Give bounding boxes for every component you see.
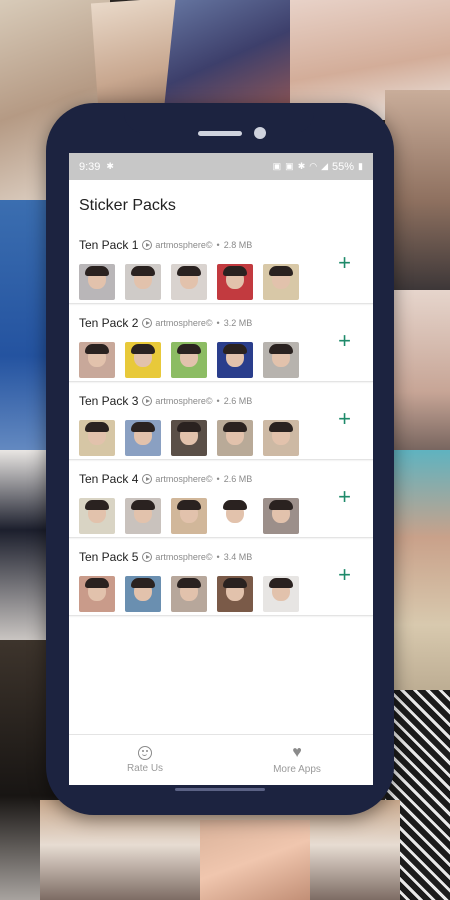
sticker-pack-row[interactable]: Ten Pack 4 artmosphere© • 2.6 MB + (69, 460, 373, 538)
add-pack-icon[interactable]: + (338, 408, 351, 430)
sticker-thumbnail (171, 420, 207, 456)
sticker-thumbnails (79, 342, 363, 378)
pack-size: 3.4 MB (223, 552, 253, 562)
sticker-thumbnail (125, 264, 161, 300)
pack-author: artmosphere© (155, 396, 213, 406)
pack-author: artmosphere© (155, 240, 213, 250)
signal-icon: ◢ (321, 161, 329, 171)
sticker-thumbnail (125, 420, 161, 456)
sticker-thumbnails (79, 264, 363, 300)
phone-notch (124, 103, 314, 133)
sticker-thumbnail (125, 498, 161, 534)
sticker-thumbnail (263, 420, 299, 456)
pack-name: Ten Pack 5 (79, 550, 139, 564)
sticker-thumbnail (263, 498, 299, 534)
pack-size: 2.8 MB (223, 240, 253, 250)
battery-level: 55% (332, 160, 355, 173)
sticker-pack-list: Ten Pack 1 artmosphere© • 2.8 MB + Ten P… (69, 226, 373, 616)
sticker-thumbnail (263, 342, 299, 378)
collage-photo (385, 450, 450, 700)
sticker-thumbnail (79, 576, 115, 612)
pack-name: Ten Pack 1 (79, 238, 139, 252)
play-icon (142, 396, 153, 406)
phone-camera (254, 127, 266, 139)
pack-name: Ten Pack 2 (79, 316, 139, 330)
wifi-icon: ◠ (309, 161, 318, 171)
rate-us-label: Rate Us (126, 763, 164, 774)
sticker-thumbnail (171, 342, 207, 378)
pack-author: artmosphere© (155, 318, 213, 328)
collage-photo (200, 820, 310, 900)
sticker-thumbnail (79, 498, 115, 534)
bottom-navigation: Rate Us ♥ More Apps (69, 734, 373, 785)
collage-photo (390, 290, 450, 460)
sticker-thumbnail (79, 420, 115, 456)
pack-size: 2.6 MB (223, 396, 253, 406)
sticker-thumbnail (171, 498, 207, 534)
play-icon (142, 318, 153, 328)
sticker-thumbnail (217, 264, 253, 300)
pack-name: Ten Pack 4 (79, 472, 139, 486)
sticker-thumbnails (79, 420, 363, 456)
sticker-pack-row[interactable]: Ten Pack 2 artmosphere© • 3.2 MB + (69, 304, 373, 382)
play-icon (142, 240, 153, 250)
battery-icon: ▮ (358, 161, 363, 171)
add-pack-icon[interactable]: + (338, 252, 351, 274)
status-time: 9:39 (79, 160, 101, 173)
separator-dot: • (216, 318, 220, 328)
sticker-pack-row[interactable]: Ten Pack 3 artmosphere© • 2.6 MB + (69, 382, 373, 460)
sticker-thumbnail (263, 264, 299, 300)
sticker-thumbnail (171, 576, 207, 612)
pack-name: Ten Pack 3 (79, 394, 139, 408)
sticker-pack-row[interactable]: Ten Pack 5 artmosphere© • 3.4 MB + (69, 538, 373, 616)
more-apps-button[interactable]: ♥ More Apps (221, 735, 373, 785)
sticker-thumbnail (171, 264, 207, 300)
phone-home-indicator (175, 788, 265, 791)
add-pack-icon[interactable]: + (338, 330, 351, 352)
sticker-thumbnail (217, 498, 253, 534)
sticker-thumbnail (125, 342, 161, 378)
separator-dot: • (216, 474, 220, 484)
pack-size: 2.6 MB (223, 474, 253, 484)
separator-dot: • (216, 552, 220, 562)
sticker-thumbnails (79, 576, 363, 612)
more-apps-label: More Apps (273, 764, 321, 775)
app-screen: 9:39 ✱ ▣ ▣ ✱ ◠ ◢ 55% ▮ Sticker Packs Ten… (69, 153, 373, 785)
page-title: Sticker Packs (79, 197, 176, 214)
status-bar: 9:39 ✱ ▣ ▣ ✱ ◠ ◢ 55% ▮ (69, 153, 373, 180)
collage-photo (385, 90, 450, 310)
sticker-thumbnail (217, 342, 253, 378)
sticker-thumbnail (79, 342, 115, 378)
sticker-thumbnail (79, 264, 115, 300)
sticker-pack-row[interactable]: Ten Pack 1 artmosphere© • 2.8 MB + (69, 226, 373, 304)
pack-author: artmosphere© (155, 552, 213, 562)
bluetooth-icon: ✱ (106, 161, 114, 171)
notification-icon: ▣ (285, 161, 294, 171)
add-pack-icon[interactable]: + (338, 486, 351, 508)
pack-author: artmosphere© (155, 474, 213, 484)
sticker-thumbnail (263, 576, 299, 612)
sticker-thumbnail (125, 576, 161, 612)
smile-icon (138, 746, 152, 760)
play-icon (142, 474, 153, 484)
rate-us-button[interactable]: Rate Us (69, 735, 221, 785)
pack-size: 3.2 MB (223, 318, 253, 328)
sticker-thumbnail (217, 576, 253, 612)
vibrate-icon: ✱ (297, 161, 306, 171)
heart-icon: ♥ (292, 744, 302, 761)
phone-speaker (198, 131, 242, 136)
sticker-thumbnail (217, 420, 253, 456)
play-icon (142, 552, 153, 562)
separator-dot: • (216, 240, 220, 250)
add-pack-icon[interactable]: + (338, 564, 351, 586)
sticker-thumbnails (79, 498, 363, 534)
notification-icon: ▣ (272, 161, 282, 171)
separator-dot: • (216, 396, 220, 406)
